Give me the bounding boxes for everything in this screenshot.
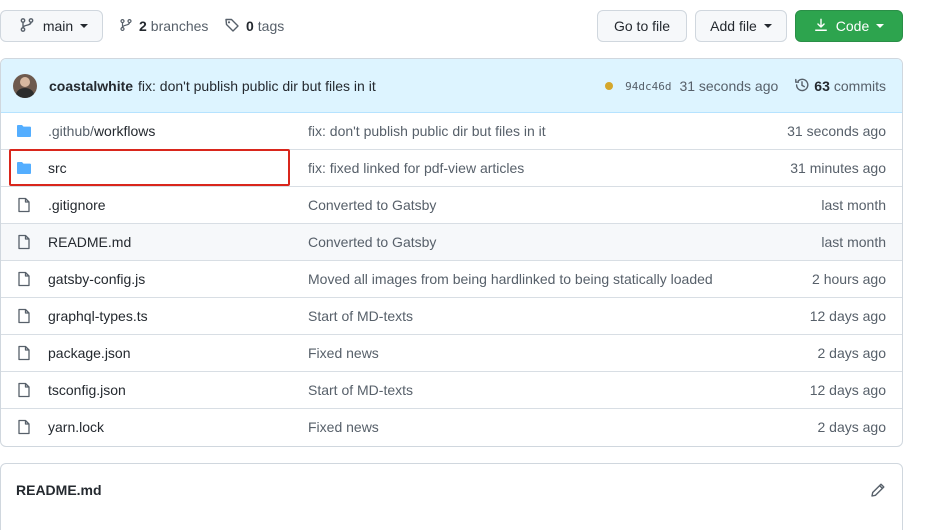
file-name-link[interactable]: .github/workflows bbox=[48, 123, 155, 139]
file-path-prefix: .github/ bbox=[48, 123, 94, 139]
file-commit-message[interactable]: fix: don't publish public dir but files … bbox=[308, 123, 546, 139]
file-browser: coastalwhite fix: don't publish public d… bbox=[0, 58, 903, 447]
download-icon bbox=[814, 18, 836, 35]
file-name: package.json bbox=[48, 345, 131, 361]
add-file-label: Add file bbox=[710, 18, 757, 34]
file-row[interactable]: README.md Converted to Gatsby last month bbox=[1, 223, 902, 260]
file-row[interactable]: gatsby-config.js Moved all images from be… bbox=[1, 260, 902, 297]
go-to-file-label: Go to file bbox=[613, 18, 671, 34]
branches-link[interactable]: 2 branches bbox=[119, 10, 208, 42]
commit-sha[interactable]: 94dc46d bbox=[625, 80, 671, 93]
file-row[interactable]: yarn.lock Fixed news 2 days ago bbox=[1, 408, 902, 445]
file-commit-message[interactable]: Converted to Gatsby bbox=[308, 197, 436, 213]
file-name-link[interactable]: README.md bbox=[48, 234, 131, 250]
file-name: tsconfig.json bbox=[48, 382, 126, 398]
file-commit-message[interactable]: Start of MD-texts bbox=[308, 382, 413, 398]
tags-link[interactable]: 0 tags bbox=[224, 10, 284, 42]
file-icon bbox=[16, 271, 32, 287]
file-icon bbox=[16, 345, 32, 361]
latest-commit-bar: coastalwhite fix: don't publish public d… bbox=[1, 59, 902, 113]
file-commit-message[interactable]: Moved all images from being hardlinked t… bbox=[308, 271, 713, 287]
chevron-down-icon bbox=[763, 24, 772, 28]
branch-name: main bbox=[42, 18, 74, 34]
file-name: .gitignore bbox=[48, 197, 106, 213]
code-label: Code bbox=[835, 18, 870, 34]
tag-icon bbox=[224, 17, 246, 36]
file-commit-message[interactable]: Fixed news bbox=[308, 419, 379, 435]
file-commit-age: 31 seconds ago bbox=[787, 123, 886, 139]
file-commit-age: 31 minutes ago bbox=[790, 160, 886, 176]
file-commit-age: 12 days ago bbox=[809, 308, 886, 324]
branch-select-button[interactable]: main bbox=[0, 10, 103, 42]
commit-status-icon[interactable] bbox=[605, 82, 614, 90]
file-row[interactable]: package.json Fixed news 2 days ago bbox=[1, 334, 902, 371]
file-commit-age: 2 hours ago bbox=[812, 271, 886, 287]
folder-icon bbox=[16, 123, 32, 139]
file-icon bbox=[16, 308, 32, 324]
commit-message[interactable]: fix: don't publish public dir but files … bbox=[138, 78, 376, 94]
code-button[interactable]: Code bbox=[795, 10, 903, 42]
file-name: README.md bbox=[48, 234, 132, 250]
file-row[interactable]: .gitignore Converted to Gatsby last month bbox=[1, 186, 902, 223]
tags-count: 0 bbox=[246, 18, 254, 34]
file-commit-message[interactable]: Fixed news bbox=[308, 345, 379, 361]
branches-count: 2 bbox=[139, 18, 147, 34]
selection-highlight bbox=[9, 149, 290, 186]
readme-title: README.md bbox=[16, 482, 102, 498]
history-icon bbox=[794, 77, 814, 96]
readme-panel: README.md bbox=[0, 463, 903, 530]
file-name-link[interactable]: tsconfig.json bbox=[48, 382, 126, 398]
avatar[interactable] bbox=[13, 73, 37, 98]
file-row[interactable]: graphql-types.ts Start of MD-texts 12 days… bbox=[1, 297, 902, 334]
file-commit-message[interactable]: Converted to Gatsby bbox=[308, 234, 436, 250]
commits-label: commits bbox=[833, 78, 886, 94]
chevron-down-icon bbox=[80, 24, 89, 28]
file-icon bbox=[16, 234, 32, 250]
file-commit-age: 12 days ago bbox=[809, 382, 886, 398]
file-row[interactable]: tsconfig.json Start of MD-texts 12 days ag… bbox=[1, 371, 902, 408]
add-file-button[interactable]: Add file bbox=[695, 10, 787, 42]
file-name: gatsby-config.js bbox=[48, 271, 146, 287]
file-name-link[interactable]: gatsby-config.js bbox=[48, 271, 145, 287]
file-name-link[interactable]: yarn.lock bbox=[48, 419, 104, 435]
file-icon bbox=[16, 419, 32, 435]
commit-author[interactable]: coastalwhite bbox=[49, 78, 133, 94]
file-commit-age: last month bbox=[821, 234, 886, 250]
file-name-link[interactable]: .gitignore bbox=[48, 197, 106, 213]
file-row[interactable]: .github/workflows fix: don't publish publ… bbox=[1, 113, 902, 149]
file-name: graphql-types.ts bbox=[48, 308, 148, 324]
chevron-down-icon bbox=[876, 24, 885, 28]
tags-label: tags bbox=[257, 18, 285, 34]
branches-label: branches bbox=[150, 18, 209, 34]
file-commit-age: 2 days ago bbox=[817, 419, 887, 435]
file-commit-age: 2 days ago bbox=[817, 345, 887, 361]
file-name-link[interactable]: graphql-types.ts bbox=[48, 308, 148, 324]
commits-count: 63 bbox=[814, 78, 830, 94]
file-commit-message[interactable]: fix: fixed linked for pdf-view articles bbox=[308, 160, 524, 176]
go-to-file-button[interactable]: Go to file bbox=[597, 10, 687, 42]
file-commit-age: last month bbox=[821, 197, 886, 213]
git-branch-icon bbox=[119, 17, 139, 36]
commits-link[interactable]: 63 commits bbox=[794, 77, 886, 96]
commit-time: 31 seconds ago bbox=[679, 78, 779, 94]
file-name: workflows bbox=[93, 123, 156, 139]
file-name: yarn.lock bbox=[48, 419, 105, 435]
file-icon bbox=[16, 382, 32, 398]
repo-toolbar: main 2 branches 0 tags Go to file Add fi… bbox=[0, 0, 930, 52]
git-branch-icon bbox=[19, 17, 43, 36]
file-commit-message[interactable]: Start of MD-texts bbox=[308, 308, 413, 324]
file-name-link[interactable]: package.json bbox=[48, 345, 131, 361]
file-icon bbox=[16, 197, 32, 213]
edit-pencil-icon[interactable] bbox=[870, 482, 886, 501]
